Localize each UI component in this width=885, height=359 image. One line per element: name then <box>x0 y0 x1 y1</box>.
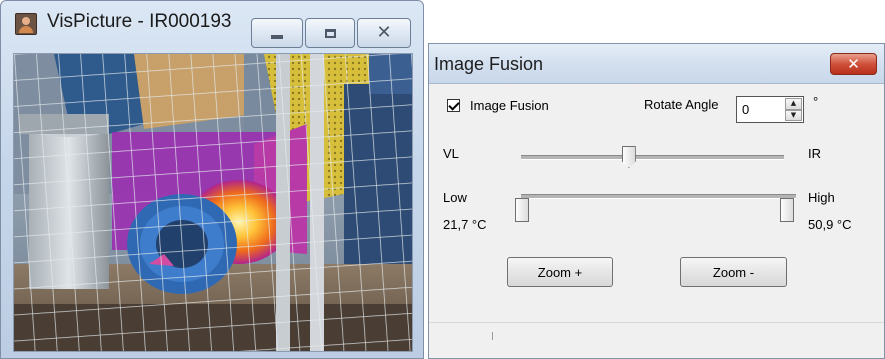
low-range-thumb[interactable] <box>515 198 529 222</box>
scene-image <box>14 54 412 351</box>
minimize-button[interactable] <box>251 18 303 48</box>
temperature-range-track[interactable] <box>521 194 796 199</box>
image-fusion-checkbox-label: Image Fusion <box>470 98 549 113</box>
degree-symbol: ° <box>813 94 819 109</box>
ir-label: IR <box>808 146 821 161</box>
spin-down-button[interactable]: ▼ <box>785 109 802 121</box>
zoom-out-button[interactable]: Zoom - <box>680 257 787 287</box>
vl-label: VL <box>443 146 459 161</box>
low-label: Low <box>443 190 467 205</box>
high-label: High <box>808 190 835 205</box>
high-temperature-value: 50,9 °C <box>808 217 852 232</box>
fused-thermal-image[interactable] <box>13 53 413 352</box>
high-range-thumb[interactable] <box>780 198 794 222</box>
image-fusion-checkbox[interactable] <box>447 99 460 112</box>
app-icon <box>15 13 37 35</box>
divider <box>429 322 884 323</box>
rotate-angle-value[interactable]: 0 <box>742 102 749 117</box>
dialog-title: Image Fusion <box>434 54 544 74</box>
cursor-mark <box>492 332 493 340</box>
spin-up-button[interactable]: ▲ <box>785 98 802 110</box>
minimize-icon <box>271 35 283 39</box>
rotate-angle-spinbox[interactable]: 0 ▲ ▼ <box>736 96 804 123</box>
window-title: VisPicture - IR000193 <box>47 11 232 32</box>
rotate-angle-label: Rotate Angle <box>644 97 719 112</box>
low-temperature-value: 21,7 °C <box>443 217 487 232</box>
spinbox-buttons: ▲ ▼ <box>785 98 802 121</box>
vl-ir-blend-track[interactable] <box>521 155 784 160</box>
close-icon: ✕ <box>376 22 392 43</box>
dialog-titlebar[interactable]: Image Fusion ✕ <box>429 44 884 84</box>
image-fusion-dialog: Image Fusion ✕ Image Fusion Rotate Angle… <box>428 43 885 359</box>
close-icon: ✕ <box>847 55 860 73</box>
dialog-close-button[interactable]: ✕ <box>830 53 877 75</box>
maximize-button[interactable] <box>305 18 355 48</box>
vl-ir-blend-slider-thumb[interactable] <box>621 146 636 168</box>
vispicture-window: VisPicture - IR000193 ✕ <box>0 0 424 359</box>
close-button[interactable]: ✕ <box>357 18 411 48</box>
maximize-icon <box>324 28 336 38</box>
zoom-in-button[interactable]: Zoom + <box>507 257 613 287</box>
